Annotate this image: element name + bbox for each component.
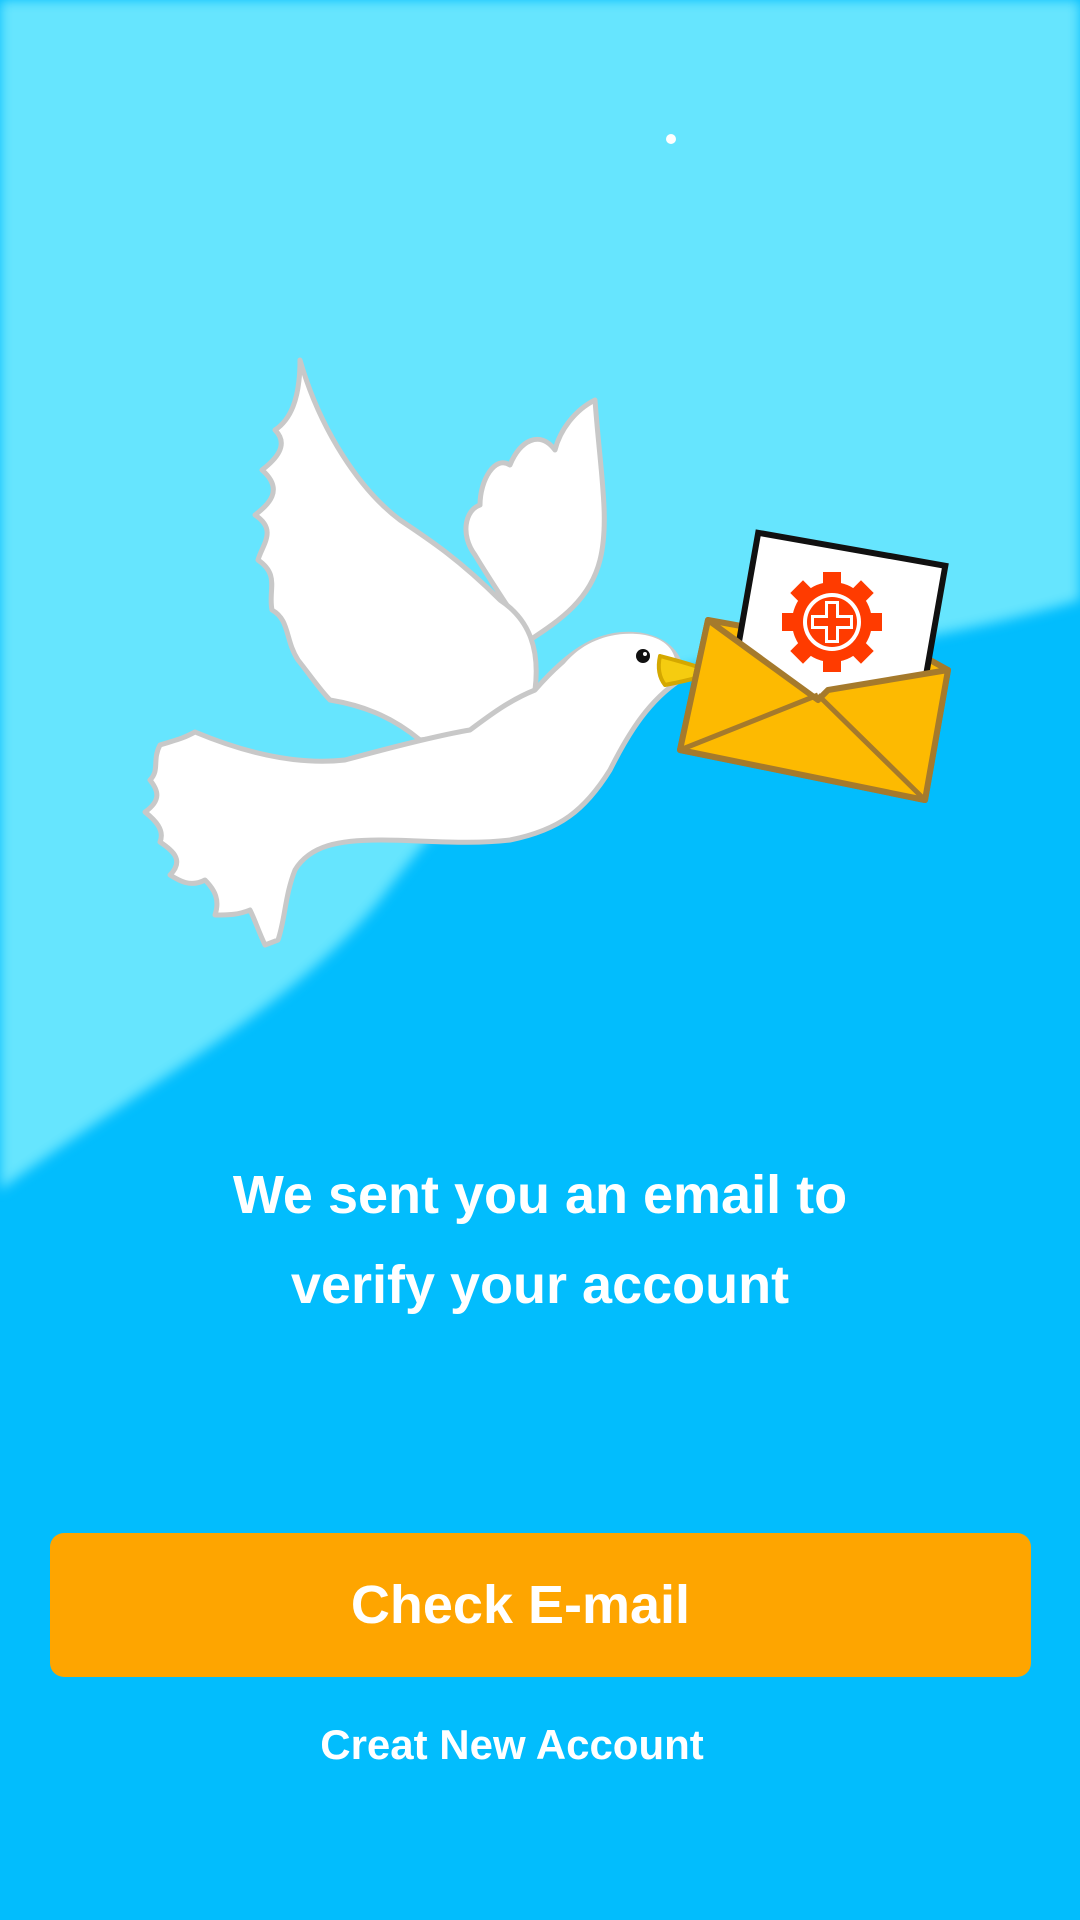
check-email-button-label: Check E-mail	[350, 1575, 691, 1635]
medical-gear-icon	[782, 572, 882, 672]
verification-message: We sent you an email to verify your acco…	[140, 1150, 940, 1330]
verify-email-screen: We sent you an email to verify your acco…	[0, 0, 1080, 1920]
dove-carrying-envelope-illustration	[142, 357, 951, 948]
message-line-1: We sent you an email to	[232, 1165, 848, 1225]
create-new-account-label: Creat New Account	[320, 1721, 704, 1768]
envelope-icon	[677, 529, 951, 803]
dove-icon	[142, 357, 714, 948]
create-new-account-link[interactable]: Creat New Account	[240, 1715, 840, 1775]
check-email-button[interactable]: Check E-mail	[50, 1533, 1031, 1677]
message-line-2: verify your account	[290, 1255, 790, 1315]
